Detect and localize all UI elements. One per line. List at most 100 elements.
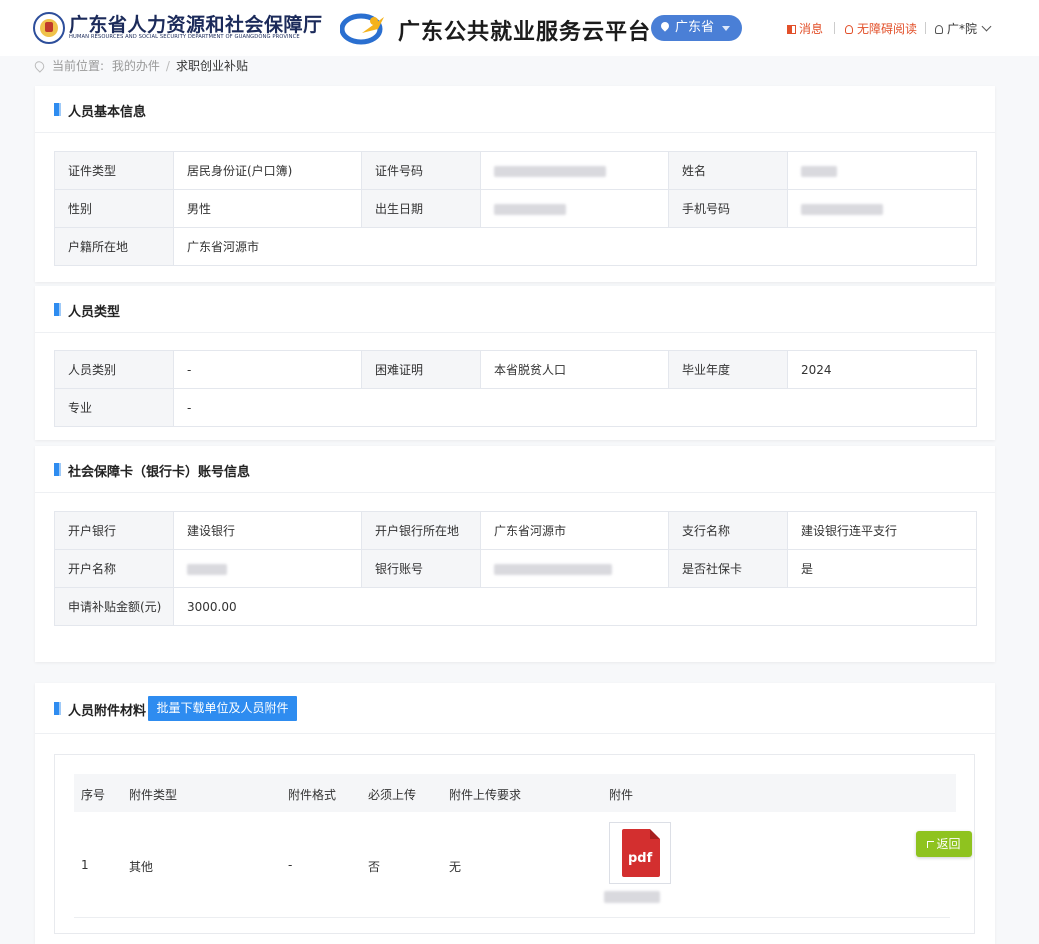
org-name-cn: 广东省人力资源和社会保障厅 bbox=[69, 14, 323, 36]
breadcrumb: 当前位置: 我的办件 / 求职创业补贴 bbox=[32, 57, 248, 75]
person-type-card: 人员类型 人员类别 - 困难证明 本省脱贫人口 毕业年度 2024 专业 - bbox=[35, 286, 995, 440]
section-title: 人员附件材料 bbox=[68, 704, 147, 719]
attachments-card: 人员附件材料 批量下载单位及人员附件 序号 附件类型 附件格式 必须上传 附件上… bbox=[35, 683, 995, 944]
region-label: 广东省 bbox=[675, 20, 715, 35]
chevron-down-icon bbox=[981, 21, 992, 32]
social-card-value: 是 bbox=[787, 549, 977, 588]
subsidy-amount-value: 3000.00 bbox=[173, 587, 977, 626]
redacted-value bbox=[187, 563, 227, 575]
section-title: 人员类型 bbox=[68, 305, 121, 320]
lightbulb-icon bbox=[845, 25, 853, 34]
grad-year-value: 2024 bbox=[787, 350, 977, 389]
name-value bbox=[787, 151, 977, 190]
bank-info-table: 开户银行 建设银行 开户银行所在地 广东省河源市 支行名称 建设银行连平支行 开… bbox=[54, 511, 977, 626]
card-header: 人员基本信息 bbox=[35, 86, 995, 133]
account-number-value bbox=[480, 549, 669, 588]
redacted-value bbox=[801, 165, 837, 177]
batch-download-button[interactable]: 批量下载单位及人员附件 bbox=[148, 696, 297, 721]
region-selector[interactable]: 广东省 bbox=[651, 15, 742, 41]
user-menu[interactable]: 广*院 bbox=[935, 20, 992, 37]
birth-date-label: 出生日期 bbox=[361, 189, 481, 228]
row-requirement: 无 bbox=[449, 860, 462, 874]
attachments-table-header: 序号 附件类型 附件格式 必须上传 附件上传要求 附件 bbox=[74, 774, 956, 812]
account-name-label: 开户名称 bbox=[54, 549, 174, 588]
category-value: - bbox=[173, 350, 362, 389]
basic-info-table: 证件类型 居民身份证(户口簿) 证件号码 姓名 性别 男性 出生日期 手机号码 … bbox=[54, 151, 977, 266]
major-value: - bbox=[173, 388, 977, 427]
user-name: 广*院 bbox=[947, 22, 978, 36]
breadcrumb-current: 求职创业补贴 bbox=[175, 59, 248, 73]
hardship-proof-value: 本省脱贫人口 bbox=[480, 350, 669, 389]
location-icon bbox=[32, 59, 47, 73]
redacted-file-name bbox=[604, 891, 660, 903]
section-marker-icon bbox=[54, 463, 61, 476]
messages-label: 消息 bbox=[799, 22, 824, 36]
bank-info-card: 社会保障卡（银行卡）账号信息 开户银行 建设银行 开户银行所在地 广东省河源市 … bbox=[35, 446, 995, 662]
card-header: 人员类型 bbox=[35, 286, 995, 333]
messages-link[interactable]: 消息 bbox=[787, 20, 823, 37]
row-format: - bbox=[288, 858, 293, 872]
id-type-label: 证件类型 bbox=[54, 151, 174, 190]
gender-value: 男性 bbox=[173, 189, 362, 228]
pdf-icon-text: pdf bbox=[628, 851, 653, 866]
redacted-value bbox=[494, 563, 612, 575]
bank-label: 开户银行 bbox=[54, 511, 174, 550]
redacted-value bbox=[801, 203, 883, 215]
col-type: 附件类型 bbox=[129, 788, 178, 802]
card-header: 人员附件材料 批量下载单位及人员附件 bbox=[35, 683, 995, 734]
nav-divider bbox=[834, 22, 835, 34]
household-value: 广东省河源市 bbox=[173, 227, 977, 266]
breadcrumb-separator: / bbox=[165, 59, 170, 73]
redacted-value bbox=[494, 165, 606, 177]
gender-label: 性别 bbox=[54, 189, 174, 228]
pdf-attachment-thumbnail[interactable]: pdf bbox=[609, 822, 671, 884]
attachments-table: 序号 附件类型 附件格式 必须上传 附件上传要求 附件 1 其他 - 否 无 p… bbox=[54, 754, 975, 934]
return-button[interactable]: 返回 bbox=[916, 831, 972, 857]
birth-date-value bbox=[480, 189, 669, 228]
user-icon bbox=[935, 25, 943, 34]
bank-location-label: 开户银行所在地 bbox=[361, 511, 481, 550]
section-marker-icon bbox=[54, 103, 61, 116]
row-index: 1 bbox=[81, 858, 89, 872]
col-file: 附件 bbox=[609, 788, 634, 802]
col-required: 必须上传 bbox=[368, 788, 417, 802]
name-label: 姓名 bbox=[668, 151, 788, 190]
platform-logo-icon bbox=[340, 13, 384, 45]
return-arrow-icon bbox=[927, 841, 935, 848]
nav-divider bbox=[925, 22, 926, 34]
row-required: 否 bbox=[368, 860, 381, 874]
location-pin-icon bbox=[659, 20, 671, 32]
phone-value bbox=[787, 189, 977, 228]
household-label: 户籍所在地 bbox=[54, 227, 174, 266]
breadcrumb-my-cases[interactable]: 我的办件 bbox=[112, 59, 160, 73]
section-marker-icon bbox=[54, 303, 61, 316]
accessibility-link[interactable]: 无障碍阅读 bbox=[845, 20, 917, 37]
grad-year-label: 毕业年度 bbox=[668, 350, 788, 389]
megaphone-icon bbox=[787, 25, 796, 34]
hrss-emblem-icon bbox=[33, 12, 65, 44]
top-header: 广东省人力资源和社会保障厅 HUMAN RESOURCES AND SOCIAL… bbox=[0, 0, 1039, 56]
id-number-value bbox=[480, 151, 669, 190]
caret-down-icon bbox=[722, 26, 730, 31]
branch-value: 建设银行连平支行 bbox=[787, 511, 977, 550]
accessibility-label: 无障碍阅读 bbox=[857, 22, 918, 36]
phone-label: 手机号码 bbox=[668, 189, 788, 228]
bank-location-value: 广东省河源市 bbox=[480, 511, 669, 550]
breadcrumb-prefix: 当前位置: bbox=[52, 59, 105, 73]
card-header: 社会保障卡（银行卡）账号信息 bbox=[35, 446, 995, 493]
social-card-label: 是否社保卡 bbox=[668, 549, 788, 588]
person-type-table: 人员类别 - 困难证明 本省脱贫人口 毕业年度 2024 专业 - bbox=[54, 350, 977, 427]
section-marker-icon bbox=[54, 702, 61, 715]
branch-label: 支行名称 bbox=[668, 511, 788, 550]
pdf-file-icon: pdf bbox=[622, 829, 660, 877]
platform-name: 广东公共就业服务云平台 bbox=[398, 20, 652, 45]
category-label: 人员类别 bbox=[54, 350, 174, 389]
basic-info-card: 人员基本信息 证件类型 居民身份证(户口簿) 证件号码 姓名 性别 男性 出生日… bbox=[35, 86, 995, 282]
org-name-en: HUMAN RESOURCES AND SOCIAL SECURITY DEPA… bbox=[69, 34, 300, 40]
section-title: 社会保障卡（银行卡）账号信息 bbox=[68, 465, 251, 480]
row-type: 其他 bbox=[129, 860, 154, 874]
col-requirement: 附件上传要求 bbox=[449, 788, 522, 802]
account-number-label: 银行账号 bbox=[361, 549, 481, 588]
col-index: 序号 bbox=[81, 788, 106, 802]
id-number-label: 证件号码 bbox=[361, 151, 481, 190]
